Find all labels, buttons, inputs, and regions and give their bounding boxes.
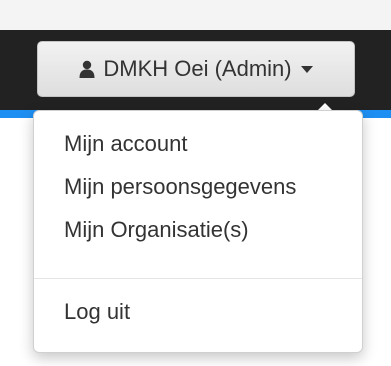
menu-item-my-personal-details[interactable]: Mijn persoonsgegevens [64, 174, 296, 200]
caret-down-icon [300, 65, 313, 73]
menu-item-my-account[interactable]: Mijn account [64, 131, 188, 157]
user-dropdown-menu: Mijn account Mijn persoonsgegevens Mijn … [33, 110, 363, 353]
menu-divider [34, 278, 362, 279]
user-icon [79, 60, 95, 78]
user-menu-label: DMKH Oei (Admin) [103, 56, 292, 81]
top-strip [0, 0, 391, 30]
user-menu-button[interactable]: DMKH Oei (Admin) [37, 41, 355, 97]
menu-item-logout[interactable]: Log uit [64, 299, 130, 325]
menu-item-my-organisations[interactable]: Mijn Organisatie(s) [64, 217, 249, 243]
